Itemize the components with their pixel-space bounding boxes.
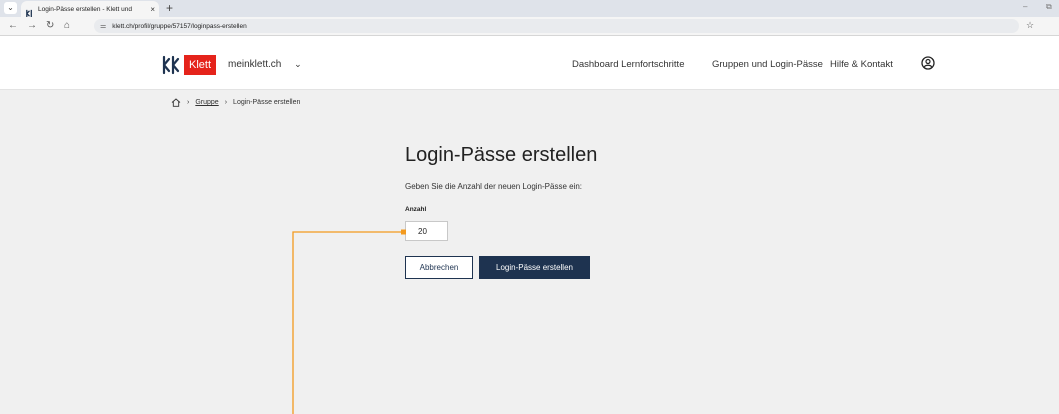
nav-dashboard[interactable]: Dashboard Lernfortschritte	[572, 59, 684, 70]
address-bar[interactable]: ⚌ klett.ch/profil/gruppe/57157/loginpass…	[94, 19, 1019, 33]
klett-mark-icon	[162, 55, 180, 75]
reload-icon[interactable]: ↻	[46, 20, 54, 32]
tab-search-button[interactable]: ⌄	[4, 2, 17, 14]
site-switcher[interactable]: meinklett.ch ⌄	[228, 59, 302, 70]
browser-tabstrip: ⌄ Login-Pässe erstellen - Klett und × + …	[0, 0, 1059, 17]
breadcrumb-separator-icon: ›	[187, 99, 190, 106]
quantity-label: Anzahl	[405, 206, 427, 213]
chevron-down-icon: ⌄	[294, 59, 302, 69]
restore-icon[interactable]: ⧉	[1046, 2, 1052, 12]
quantity-input[interactable]	[405, 221, 448, 241]
cancel-button[interactable]: Abbrechen	[405, 256, 473, 279]
nav-groups[interactable]: Gruppen und Login-Pässe	[712, 59, 823, 70]
nav-help[interactable]: Hilfe & Kontakt	[830, 59, 893, 70]
page-title: Login-Pässe erstellen	[405, 144, 598, 166]
klett-favicon-icon	[25, 5, 34, 17]
breadcrumb: › Gruppe › Login-Pässe erstellen	[171, 98, 300, 107]
forward-arrow-icon[interactable]: →	[27, 20, 37, 32]
minimize-icon[interactable]: –	[1023, 2, 1027, 11]
site-header: Klett meinklett.ch ⌄ Dashboard Lernforts…	[0, 36, 1059, 90]
create-login-passes-button[interactable]: Login-Pässe erstellen	[479, 256, 590, 279]
home-icon[interactable]	[171, 98, 181, 107]
breadcrumb-current: Login-Pässe erstellen	[233, 99, 301, 106]
browser-toolbar: ← → ↻ ⌂ ⚌ klett.ch/profil/gruppe/57157/l…	[0, 17, 1059, 36]
klett-logo[interactable]: Klett	[160, 54, 217, 76]
form-instructions: Geben Sie die Anzahl der neuen Login-Päs…	[405, 182, 583, 191]
callout-line	[292, 231, 404, 414]
user-account-icon[interactable]	[921, 56, 935, 70]
klett-brand-text: Klett	[184, 55, 217, 75]
site-switcher-label: meinklett.ch	[228, 59, 282, 70]
home-icon[interactable]: ⌂	[64, 20, 70, 32]
breadcrumb-group-link[interactable]: Gruppe	[195, 99, 218, 106]
back-arrow-icon[interactable]: ←	[8, 20, 18, 32]
tab-title: Login-Pässe erstellen - Klett und	[38, 5, 132, 13]
breadcrumb-separator-icon: ›	[224, 99, 228, 106]
bookmark-star-icon[interactable]: ☆	[1026, 20, 1034, 31]
new-tab-button[interactable]: +	[166, 1, 173, 15]
address-url: klett.ch/profil/gruppe/57157/loginpass-e…	[112, 22, 247, 30]
site-info-icon[interactable]: ⚌	[100, 22, 106, 30]
browser-tab[interactable]: Login-Pässe erstellen - Klett und ×	[21, 1, 159, 17]
tab-close-icon[interactable]: ×	[150, 5, 155, 14]
